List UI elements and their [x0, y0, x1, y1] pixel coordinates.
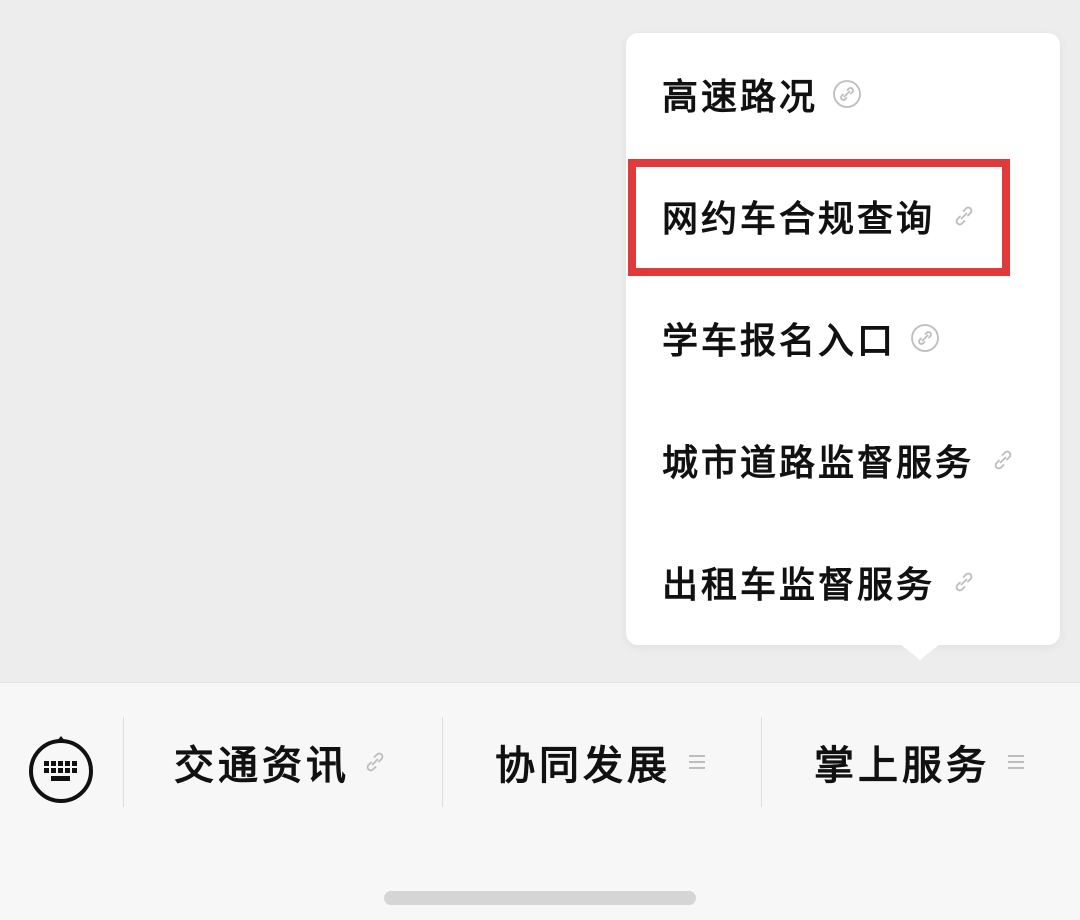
bottom-menu-label: 协同发展: [495, 742, 671, 789]
home-indicator[interactable]: [384, 891, 696, 905]
menu-item-driving-school-signup[interactable]: 学车报名入口: [626, 277, 1060, 399]
bottom-menu-coordinated-development[interactable]: 协同发展: [442, 717, 760, 807]
menu-item-label: 城市道路监督服务: [662, 442, 975, 484]
menu-item-label: 网约车合规查询: [662, 198, 936, 240]
bottom-menu-label: 掌上服务: [814, 742, 990, 789]
link-icon: [949, 567, 979, 597]
list-icon: [687, 752, 707, 772]
submenu-popup: 高速路况 网约车合规查询 学车报名入口 城市道路监督服务 出租车监督服务: [626, 33, 1060, 645]
menu-item-label: 学车报名入口: [662, 320, 897, 362]
link-icon: [360, 747, 390, 777]
keyboard-icon: [27, 735, 95, 803]
bottom-menu-bar: 交通资讯 协同发展 掌上服务: [0, 682, 1080, 920]
menu-item-label: 高速路况: [662, 76, 819, 118]
popup-pointer-arrow: [900, 644, 940, 660]
menu-item-ride-hailing-compliance[interactable]: 网约车合规查询: [626, 155, 1060, 277]
link-icon: [949, 201, 979, 231]
list-icon: [1006, 752, 1026, 772]
menu-item-taxi-supervision[interactable]: 出租车监督服务: [626, 521, 1060, 643]
menu-item-highway-traffic[interactable]: 高速路况: [626, 33, 1060, 155]
bottom-menu-mobile-services[interactable]: 掌上服务: [761, 717, 1079, 807]
link-icon: [988, 445, 1018, 475]
link-icon: [910, 323, 940, 353]
menu-item-label: 出租车监督服务: [662, 564, 936, 606]
bottom-menu-traffic-news[interactable]: 交通资讯: [123, 717, 441, 807]
menu-item-city-road-supervision[interactable]: 城市道路监督服务: [626, 399, 1060, 521]
bottom-menu-label: 交通资讯: [174, 742, 350, 789]
link-icon: [832, 79, 862, 109]
keyboard-toggle-button[interactable]: [27, 735, 95, 803]
